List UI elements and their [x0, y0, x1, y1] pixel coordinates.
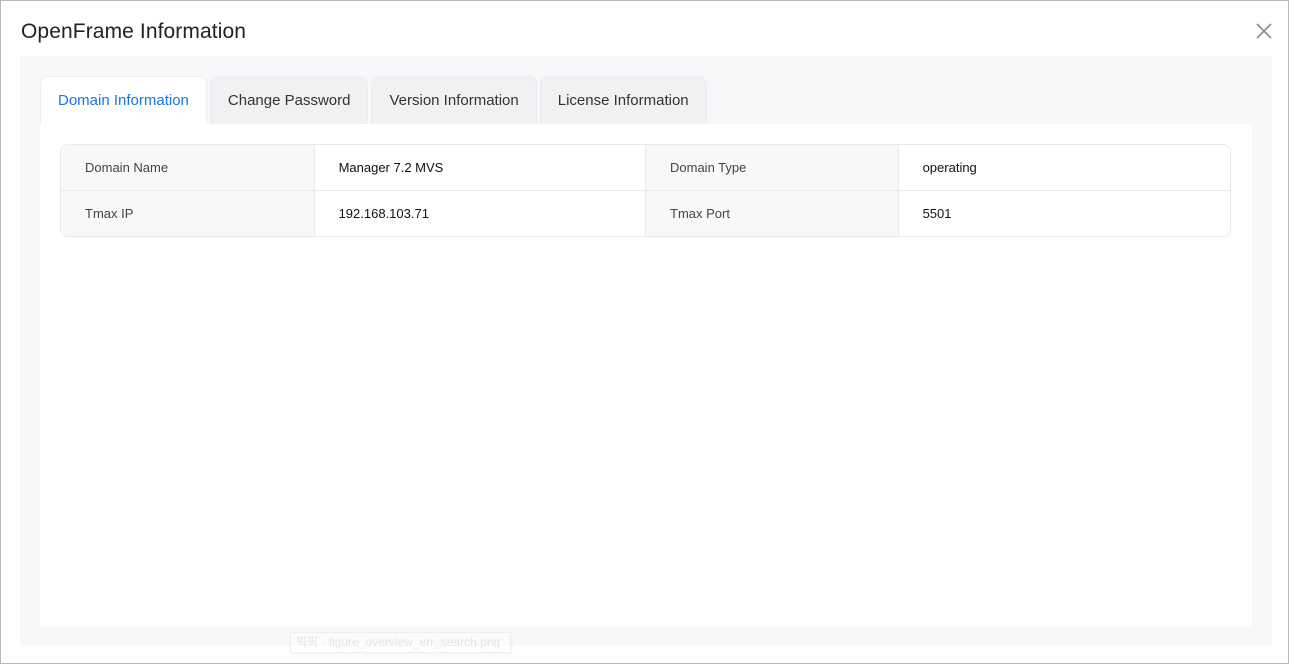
tab-domain-information[interactable]: Domain Information: [40, 76, 207, 124]
tab-license-information[interactable]: License Information: [539, 76, 707, 124]
domain-type-label: Domain Type: [645, 145, 898, 190]
domain-info-table: Domain Name Manager 7.2 MVS Domain Type …: [60, 144, 1231, 237]
tmax-ip-label: Tmax IP: [61, 191, 314, 236]
dialog-title: OpenFrame Information: [21, 20, 247, 43]
domain-name-label: Domain Name: [61, 145, 314, 190]
tmax-port-value: 5501: [897, 191, 1230, 236]
tab-content-domain-information: Domain Name Manager 7.2 MVS Domain Type …: [40, 124, 1252, 626]
ghost-tooltip: 픽픽 - figure_overview_err_search.png: [290, 632, 511, 653]
table-row: Domain Name Manager 7.2 MVS Domain Type …: [61, 145, 1230, 190]
tmax-port-label: Tmax Port: [645, 191, 898, 236]
domain-type-value: operating: [897, 145, 1230, 190]
close-icon: [1256, 23, 1272, 39]
table-row: Tmax IP 192.168.103.71 Tmax Port 5501: [61, 190, 1230, 236]
tab-change-password[interactable]: Change Password: [209, 76, 369, 124]
close-button[interactable]: [1254, 21, 1274, 41]
tmax-ip-value: 192.168.103.71: [313, 191, 645, 236]
tab-bar: Domain Information Change Password Versi…: [40, 76, 710, 124]
tab-version-information[interactable]: Version Information: [371, 76, 537, 124]
domain-name-value: Manager 7.2 MVS: [313, 145, 645, 190]
